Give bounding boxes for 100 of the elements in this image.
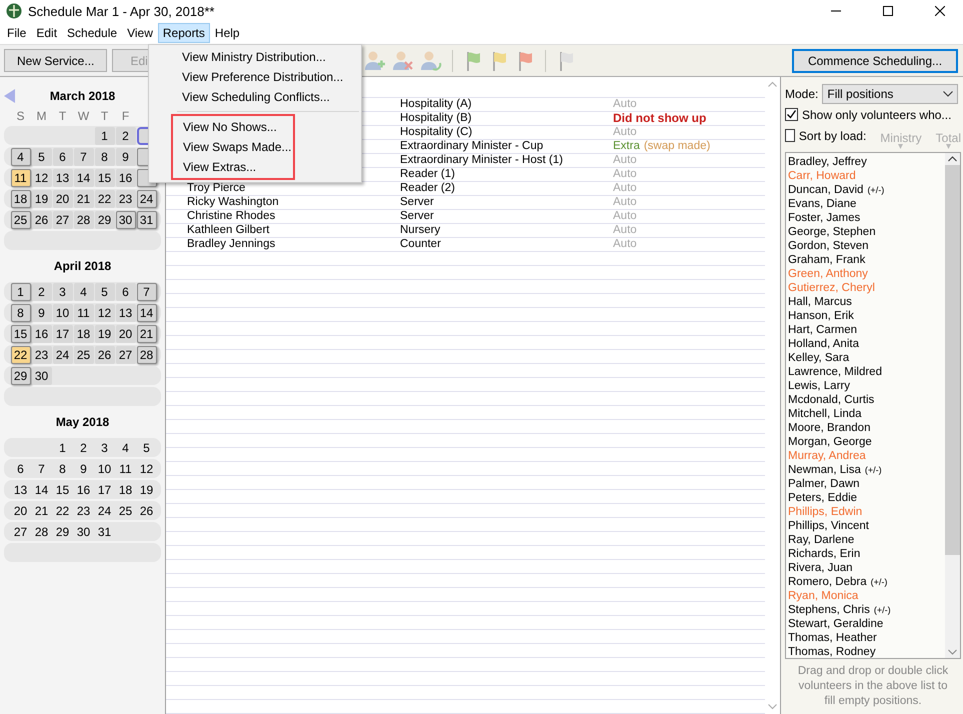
calendar-day[interactable]: 8 [94, 148, 114, 166]
calendar-day[interactable]: 31 [136, 210, 156, 228]
new-service-button[interactable]: New Service... [4, 49, 108, 72]
calendar-day[interactable]: 19 [32, 190, 52, 208]
calendar-day[interactable]: 14 [74, 168, 94, 186]
calendar-day[interactable]: 29 [52, 522, 72, 540]
scrollbar-thumb[interactable] [945, 165, 960, 556]
volunteer-item[interactable]: Rivera, Juan [788, 561, 853, 576]
calendar-day[interactable]: 1 [52, 438, 72, 456]
chevron-down-icon[interactable] [943, 90, 953, 97]
calendar-day[interactable]: 12 [32, 168, 52, 186]
calendar-day[interactable]: 4 [10, 148, 30, 166]
calendar-day[interactable]: 25 [116, 502, 136, 520]
menu-item[interactable]: File [2, 23, 32, 43]
calendar-day[interactable]: 14 [136, 304, 156, 322]
calendar-day[interactable]: 29 [10, 366, 30, 384]
menu-item[interactable]: Help [210, 23, 245, 43]
calendar-day[interactable]: 23 [116, 190, 136, 208]
calendar-day[interactable]: 20 [10, 502, 30, 520]
mode-dropdown[interactable]: Fill positions [822, 84, 958, 104]
calendar-day[interactable]: 24 [52, 346, 72, 364]
calendar-day[interactable]: 12 [94, 304, 114, 322]
volunteer-item[interactable]: Duncan, David [788, 183, 864, 198]
calendar-day[interactable]: 28 [136, 346, 156, 364]
calendar-day[interactable]: 28 [74, 210, 94, 228]
volunteer-item[interactable]: Newman, Lisa [788, 463, 861, 478]
calendar-day[interactable]: 14 [32, 480, 52, 498]
menu-item[interactable]: Reports [158, 23, 210, 43]
volunteer-item[interactable]: Foster, James [788, 211, 860, 226]
volunteer-item[interactable]: Stephens, Chris [788, 603, 870, 618]
calendar-day[interactable]: 13 [10, 480, 30, 498]
volunteer-item[interactable]: Hanson, Erik [788, 309, 854, 324]
calendar-day[interactable]: 19 [94, 324, 114, 342]
calendar-day[interactable]: 2 [74, 438, 94, 456]
calendar-day[interactable]: 20 [116, 324, 136, 342]
calendar-day[interactable]: 24 [94, 502, 114, 520]
volunteer-item[interactable]: Hart, Carmen [788, 323, 858, 338]
calendar-day[interactable]: 31 [94, 522, 114, 540]
volunteer-item[interactable]: Thomas, Heather [788, 631, 877, 646]
calendar-day[interactable]: 4 [116, 438, 136, 456]
volunteer-item[interactable]: Graham, Frank [788, 253, 866, 268]
volunteer-item[interactable]: Morgan, George [788, 435, 872, 450]
calendar-day[interactable]: 9 [74, 460, 94, 478]
calendar-day[interactable]: 21 [74, 190, 94, 208]
menu-item[interactable]: Schedule [62, 23, 122, 43]
calendar-day[interactable]: 13 [52, 168, 72, 186]
volunteer-item[interactable]: Ray, Darlene [788, 533, 854, 548]
calendar-day[interactable]: 2 [32, 282, 52, 300]
volunteer-item[interactable]: Mitchell, Linda [788, 407, 862, 422]
volunteer-item[interactable]: Thomas, Rodney [788, 645, 876, 658]
calendar-day[interactable]: 17 [94, 480, 114, 498]
calendar-day[interactable]: 22 [94, 190, 114, 208]
calendar-day[interactable]: 30 [32, 366, 52, 384]
calendar-day[interactable]: 10 [52, 304, 72, 322]
volunteer-item[interactable]: Evans, Diane [788, 197, 856, 212]
calendar-day[interactable]: 27 [10, 522, 30, 540]
volunteer-item[interactable]: Holland, Anita [788, 337, 859, 352]
calendar-day[interactable]: 4 [74, 282, 94, 300]
menu-item[interactable]: View [122, 23, 158, 43]
calendar-day[interactable]: 7 [74, 148, 94, 166]
calendar-day[interactable]: 22 [10, 346, 30, 364]
calendar-day[interactable]: 21 [32, 502, 52, 520]
calendar-day[interactable]: 3 [94, 438, 114, 456]
calendar-day[interactable]: 7 [32, 460, 52, 478]
volunteer-item[interactable]: Gordon, Steven [788, 239, 869, 254]
calendar-day[interactable]: 10 [94, 460, 114, 478]
volunteer-item[interactable]: Phillips, Vincent [788, 519, 869, 534]
menu-entry[interactable]: View Swaps Made... [173, 137, 293, 157]
menu-entry[interactable]: View Scheduling Conflicts... [149, 87, 361, 107]
calendar-day[interactable]: 1 [94, 126, 114, 144]
volunteer-item[interactable]: Moore, Brandon [788, 421, 870, 436]
calendar-day[interactable]: 16 [32, 324, 52, 342]
checkbox[interactable] [785, 129, 795, 142]
volunteer-item[interactable]: Mcdonald, Curtis [788, 393, 874, 408]
calendar-day[interactable]: 26 [136, 502, 156, 520]
calendar-day[interactable]: 29 [94, 210, 114, 228]
calendar-day[interactable]: 27 [52, 210, 72, 228]
calendar-day[interactable]: 3 [52, 282, 72, 300]
calendar-day[interactable]: 9 [32, 304, 52, 322]
calendar-day[interactable]: 25 [10, 210, 30, 228]
volunteer-item[interactable]: Peters, Eddie [788, 491, 858, 506]
volunteer-item[interactable]: George, Stephen [788, 225, 876, 240]
calendar-day[interactable]: 22 [52, 502, 72, 520]
calendar-day[interactable]: 16 [116, 168, 136, 186]
calendar-day[interactable]: 30 [116, 210, 136, 228]
calendar-day[interactable]: 15 [94, 168, 114, 186]
calendar-day[interactable]: 12 [136, 460, 156, 478]
volunteer-item[interactable]: Bradley, Jeffrey [788, 155, 867, 170]
volunteer-item[interactable]: Lewis, Larry [788, 379, 850, 394]
volunteer-item[interactable]: Hall, Marcus [788, 295, 852, 310]
calendar-day[interactable]: 17 [52, 324, 72, 342]
calendar-day[interactable]: 26 [94, 346, 114, 364]
calendar-day[interactable]: 24 [136, 190, 156, 208]
calendar-day[interactable]: 18 [74, 324, 94, 342]
calendar-day[interactable]: 6 [52, 148, 72, 166]
scroll-down-icon[interactable] [768, 704, 777, 710]
calendar-day[interactable]: 30 [74, 522, 94, 540]
menu-item[interactable]: Edit [31, 23, 62, 43]
calendar-day[interactable]: 13 [116, 304, 136, 322]
calendar-day[interactable]: 28 [32, 522, 52, 540]
